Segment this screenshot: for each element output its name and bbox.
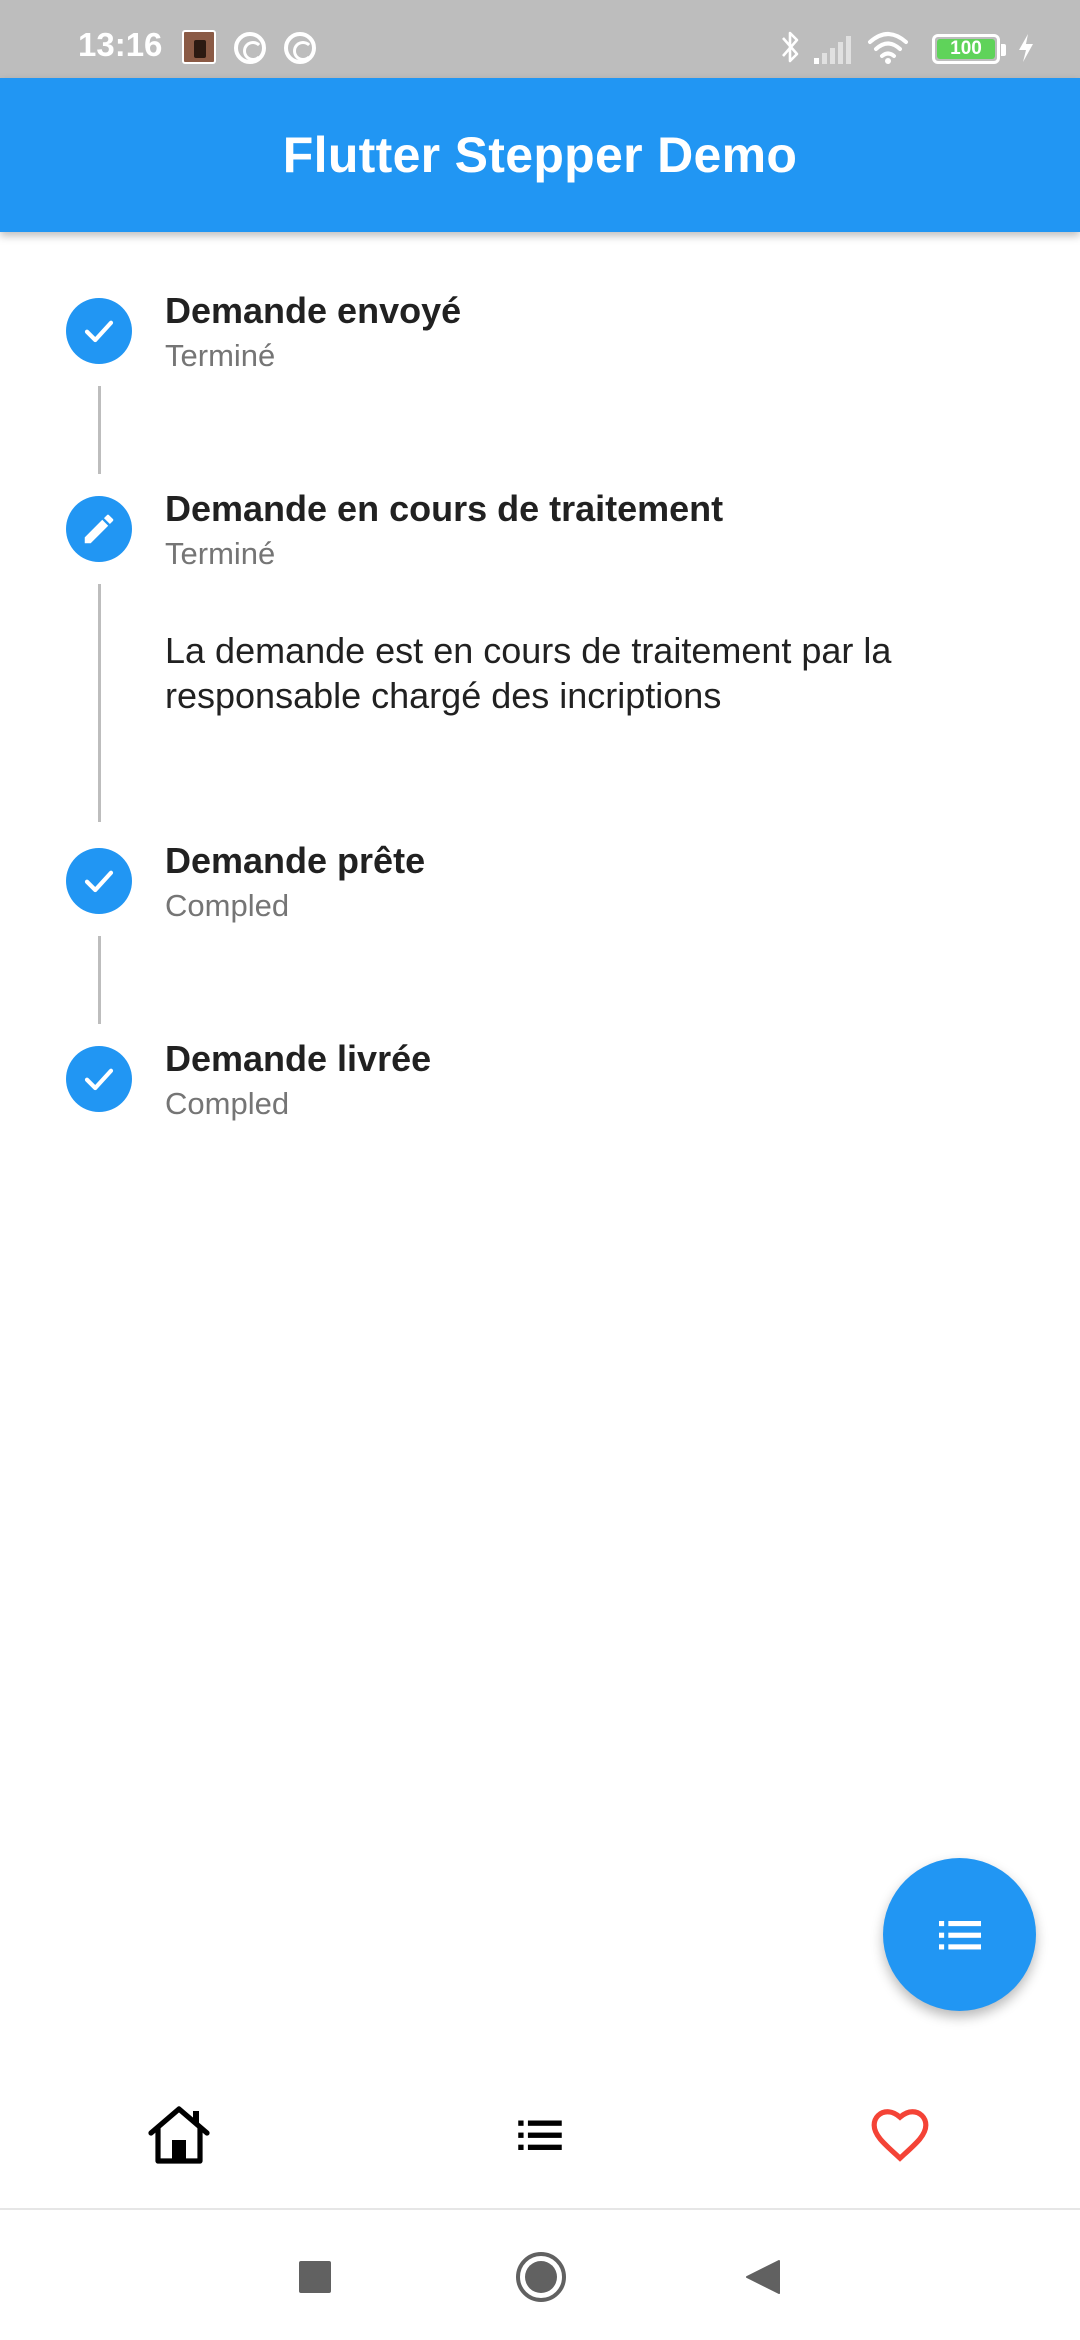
- system-navigation: [0, 2212, 1080, 2340]
- nav-home-button[interactable]: [139, 2100, 219, 2170]
- list-icon: [518, 2120, 562, 2150]
- heart-icon: [871, 2109, 929, 2162]
- back-triangle-icon: [746, 2260, 780, 2294]
- step-1-indicator[interactable]: [66, 298, 132, 364]
- battery-icon: 100: [932, 34, 1006, 64]
- screen: 13:16 100 Flutter Stepper Demo Demande e…: [0, 0, 1080, 2340]
- step-connector: [98, 386, 101, 474]
- status-bar: 13:16 100: [0, 0, 1080, 78]
- nav-favorites-button[interactable]: [860, 2100, 940, 2170]
- app-bar: Flutter Stepper Demo: [0, 78, 1080, 232]
- step-1-subtitle: Terminé: [165, 338, 276, 373]
- step-connector: [98, 584, 101, 822]
- list-fab-button[interactable]: [883, 1858, 1036, 2011]
- home-button[interactable]: [514, 2250, 568, 2304]
- check-icon: [84, 1068, 114, 1091]
- circle-icon: [516, 2252, 566, 2302]
- photo-thumbnail-icon: [182, 30, 216, 64]
- wifi-icon: [868, 32, 908, 64]
- charging-icon: [1019, 34, 1033, 62]
- check-icon: [84, 320, 114, 343]
- battery-level: 100: [937, 39, 995, 59]
- step-1-title[interactable]: Demande envoyé: [165, 290, 461, 332]
- app-title: Flutter Stepper Demo: [282, 127, 798, 183]
- sync-icon: [234, 32, 266, 64]
- step-2-title[interactable]: Demande en cours de traitement: [165, 488, 723, 530]
- step-2-subtitle: Terminé: [165, 536, 276, 571]
- edit-icon: [84, 514, 114, 544]
- check-icon: [84, 870, 114, 893]
- step-2-content: La demande est en cours de traitement pa…: [165, 630, 892, 716]
- step-connector: [98, 936, 101, 1024]
- step-3-title[interactable]: Demande prête: [165, 840, 425, 882]
- square-icon: [299, 2261, 331, 2293]
- step-4-subtitle: Compled: [165, 1086, 290, 1121]
- status-time: 13:16: [78, 26, 163, 63]
- bottom-navigation: [0, 2060, 1080, 2210]
- nav-list-button[interactable]: [500, 2100, 580, 2170]
- step-2-indicator[interactable]: [66, 496, 132, 562]
- signal-icon: [814, 36, 851, 64]
- step-4-indicator[interactable]: [66, 1046, 132, 1112]
- step-3-indicator[interactable]: [66, 848, 132, 914]
- step-4-title[interactable]: Demande livrée: [165, 1038, 431, 1080]
- back-button[interactable]: [736, 2250, 790, 2304]
- recents-button[interactable]: [288, 2250, 342, 2304]
- home-icon: [148, 2106, 210, 2164]
- sync-icon: [284, 32, 316, 64]
- list-icon: [938, 1920, 981, 1949]
- bluetooth-icon: [782, 31, 799, 63]
- step-3-subtitle: Compled: [165, 888, 290, 923]
- status-right-icons: 100: [780, 28, 1040, 68]
